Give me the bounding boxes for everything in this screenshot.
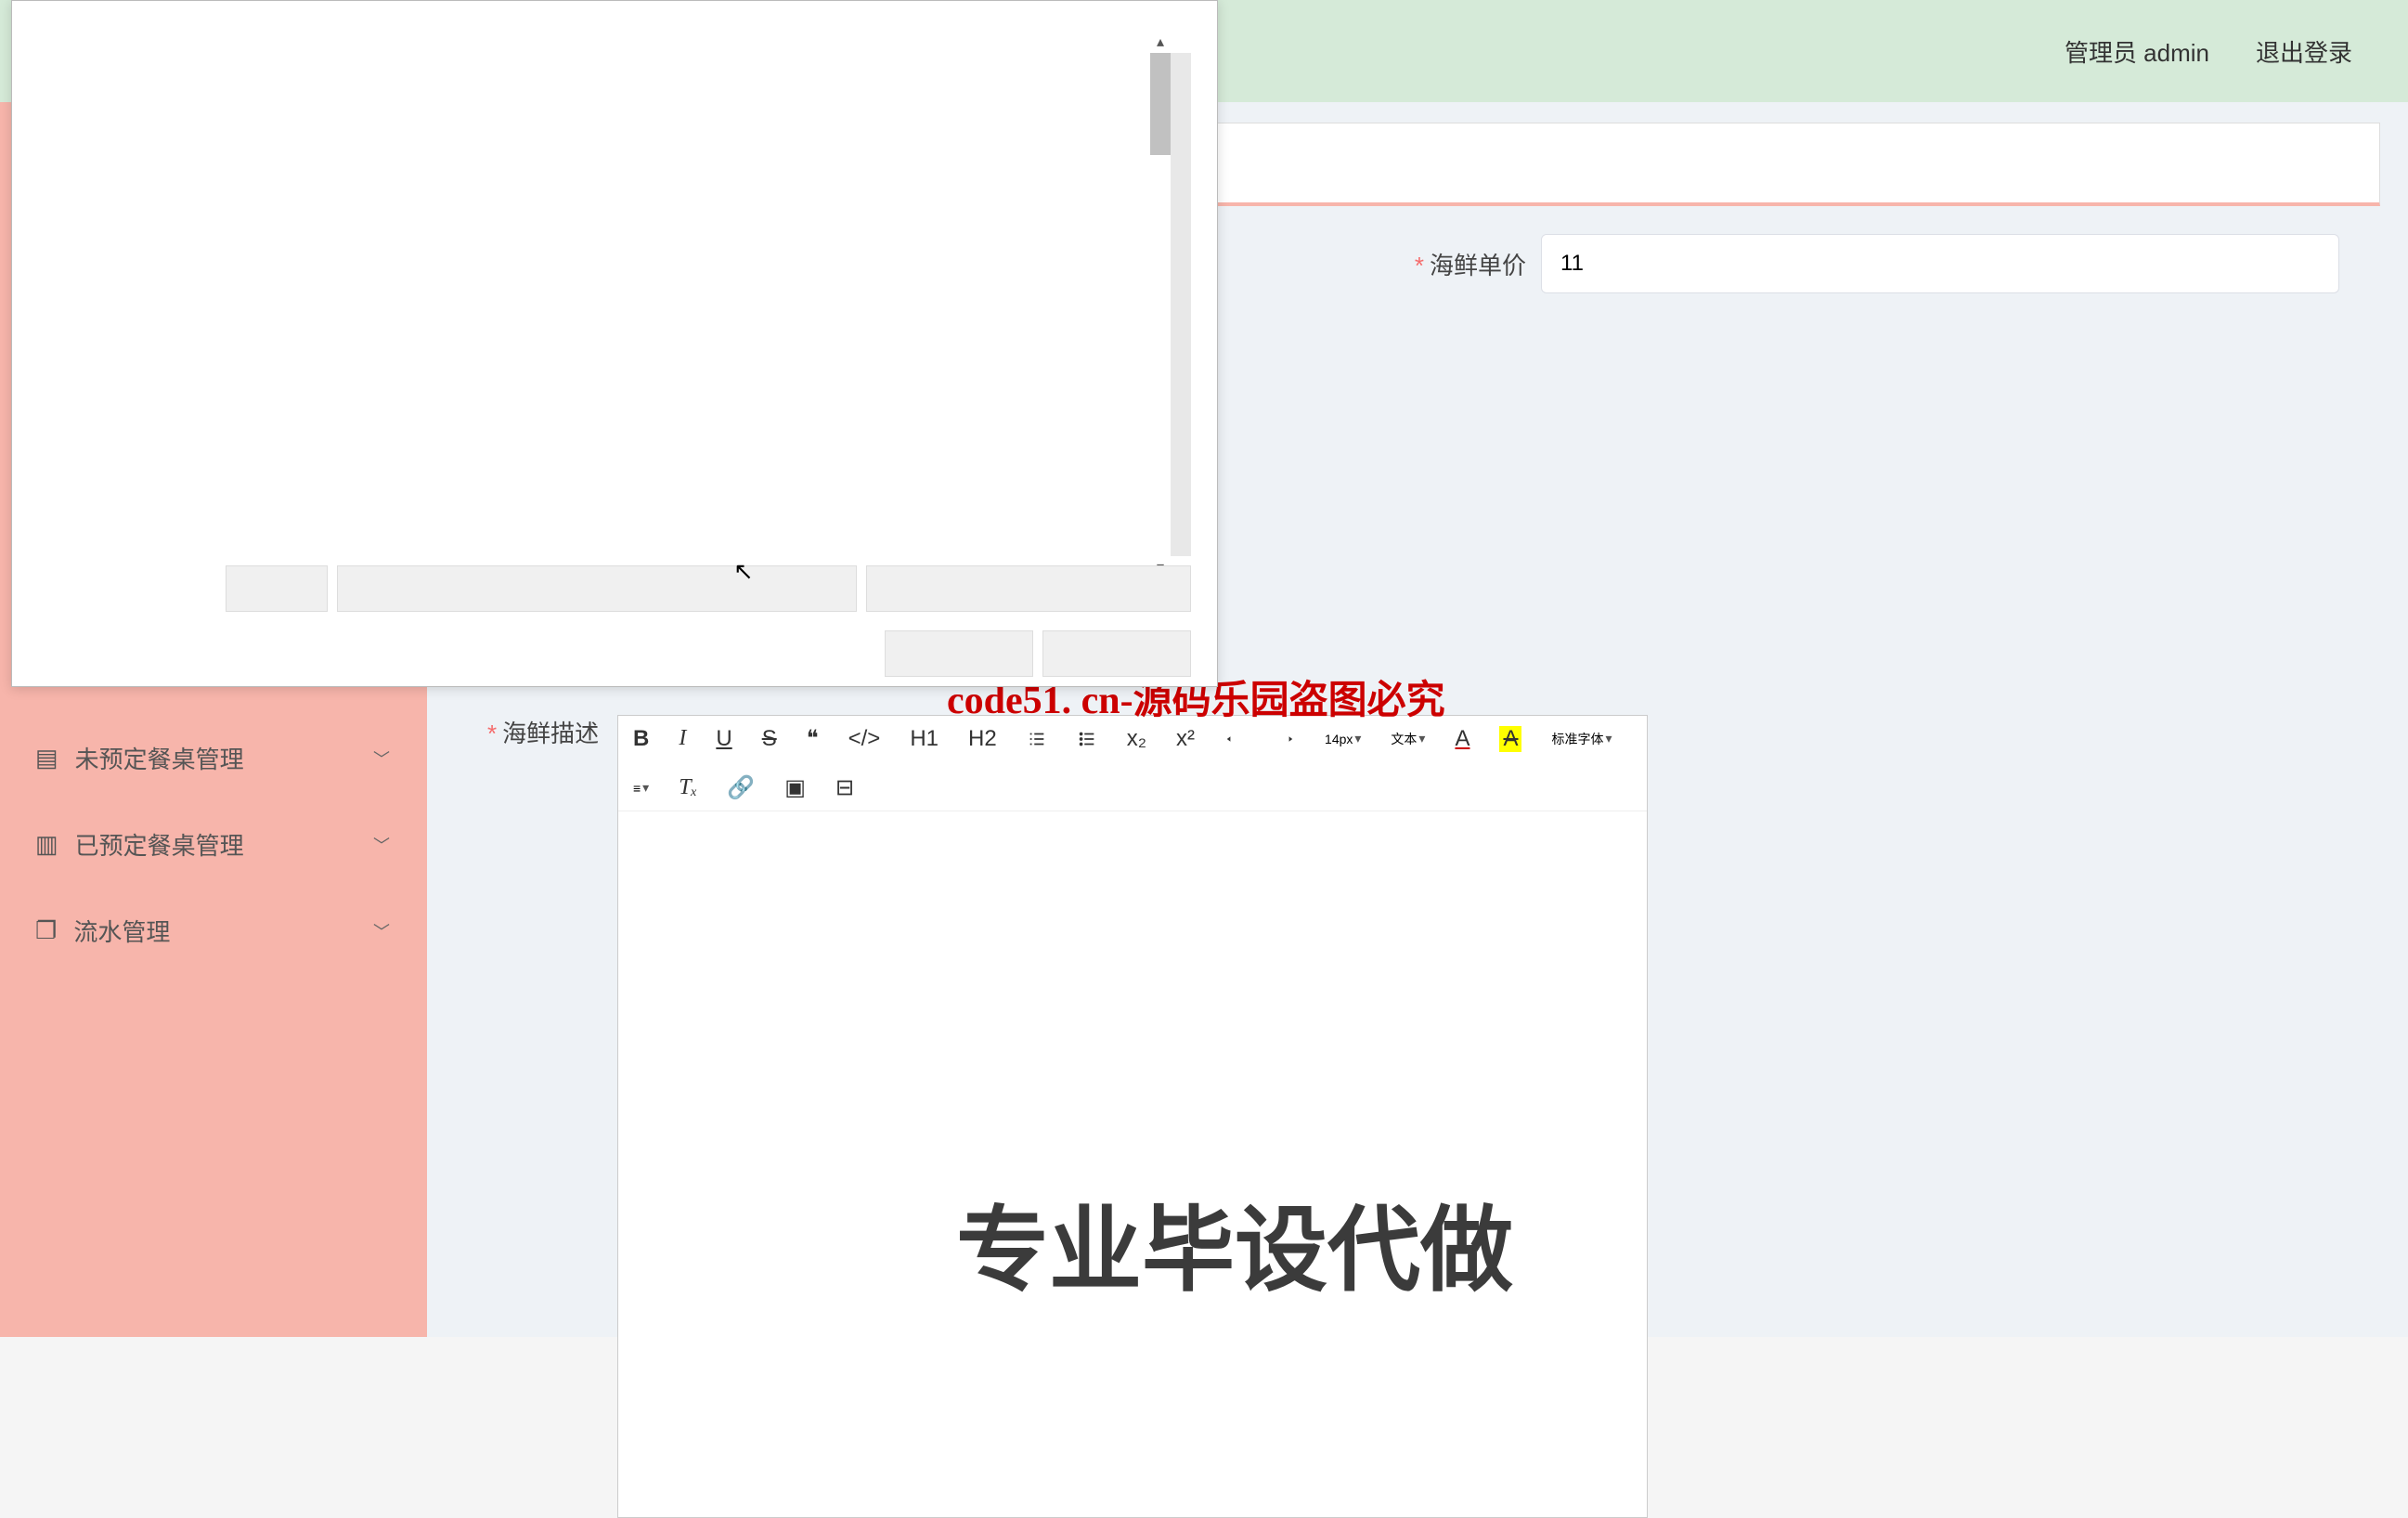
sidebar-item-flow[interactable]: ❐ 流水管理 ﹀ — [0, 888, 427, 974]
clear-format-button[interactable]: Tₓ — [679, 775, 697, 800]
sidebar-item-label: 未预定餐桌管理 — [75, 741, 244, 775]
footer-box[interactable] — [337, 565, 857, 612]
dropdown-footer — [21, 565, 1191, 677]
bold-button[interactable]: B — [633, 726, 649, 752]
ordered-list-button[interactable] — [1027, 729, 1047, 749]
subscript-button[interactable]: x₂ — [1127, 726, 1146, 752]
textmode-select[interactable]: 文本 — [1391, 730, 1425, 748]
sidebar-item-reserved[interactable]: ▥ 已预定餐桌管理 ﹀ — [0, 801, 427, 888]
rich-editor: B I U S ❝ </> H1 H2 x₂ x² 14px 文本 A — [617, 715, 1648, 1518]
sidebar-item-label: 流水管理 — [73, 914, 170, 948]
h1-button[interactable]: H1 — [910, 726, 939, 752]
superscript-button[interactable]: x² — [1176, 726, 1195, 752]
underline-button[interactable]: U — [716, 726, 731, 752]
outdent-button[interactable] — [1224, 729, 1245, 749]
footer-box[interactable] — [885, 630, 1033, 677]
footer-box[interactable] — [866, 565, 1191, 612]
h2-button[interactable]: H2 — [968, 726, 997, 752]
chevron-down-icon: ﹀ — [373, 746, 390, 771]
list-icon: ▤ — [35, 744, 58, 772]
editor-content[interactable] — [618, 811, 1647, 1517]
code-button[interactable]: </> — [848, 726, 881, 752]
cursor-icon: ↖ — [733, 557, 754, 586]
editor-toolbar: B I U S ❝ </> H1 H2 x₂ x² 14px 文本 A — [618, 716, 1647, 811]
image-button[interactable]: ▣ — [784, 774, 806, 801]
quote-button[interactable]: ❝ — [807, 725, 819, 752]
italic-button[interactable]: I — [679, 726, 686, 751]
chevron-down-icon: ﹀ — [373, 833, 390, 857]
footer-box[interactable] — [226, 565, 328, 612]
dropdown-list[interactable]: ▴ ▾ — [21, 53, 1191, 556]
price-input[interactable] — [1541, 234, 2339, 293]
chevron-down-icon: ﹀ — [373, 919, 390, 943]
copy-icon: ❐ — [35, 916, 57, 945]
archive-icon: ▥ — [35, 830, 58, 859]
logout-link[interactable]: 退出登录 — [2256, 34, 2352, 69]
fontsize-select[interactable]: 14px — [1325, 731, 1361, 746]
desc-label: *海鲜描述 — [487, 715, 599, 749]
admin-label: 管理员 admin — [2065, 34, 2209, 69]
scroll-up-arrow[interactable]: ▴ — [1152, 32, 1169, 51]
big-caption: 专业毕设代做 — [956, 1174, 1513, 1309]
dropdown-popup: ▴ ▾ — [11, 0, 1218, 687]
footer-box[interactable] — [1042, 630, 1191, 677]
unordered-list-button[interactable] — [1077, 729, 1097, 749]
strike-button[interactable]: S — [762, 726, 777, 752]
align-select[interactable]: ≡ — [633, 780, 649, 796]
sidebar-item-unreserved[interactable]: ▤ 未预定餐桌管理 ﹀ — [0, 715, 427, 801]
sidebar-item-label: 已预定餐桌管理 — [75, 827, 244, 862]
fontcolor-button[interactable]: A — [1455, 726, 1469, 752]
link-button[interactable]: 🔗 — [727, 774, 755, 801]
fontfamily-select[interactable]: 标准字体 — [1551, 730, 1612, 748]
video-button[interactable]: ⊟ — [835, 774, 854, 801]
indent-button[interactable] — [1275, 729, 1295, 749]
bgcolor-button[interactable]: A — [1499, 726, 1521, 752]
scrollbar-thumb[interactable] — [1150, 53, 1171, 155]
